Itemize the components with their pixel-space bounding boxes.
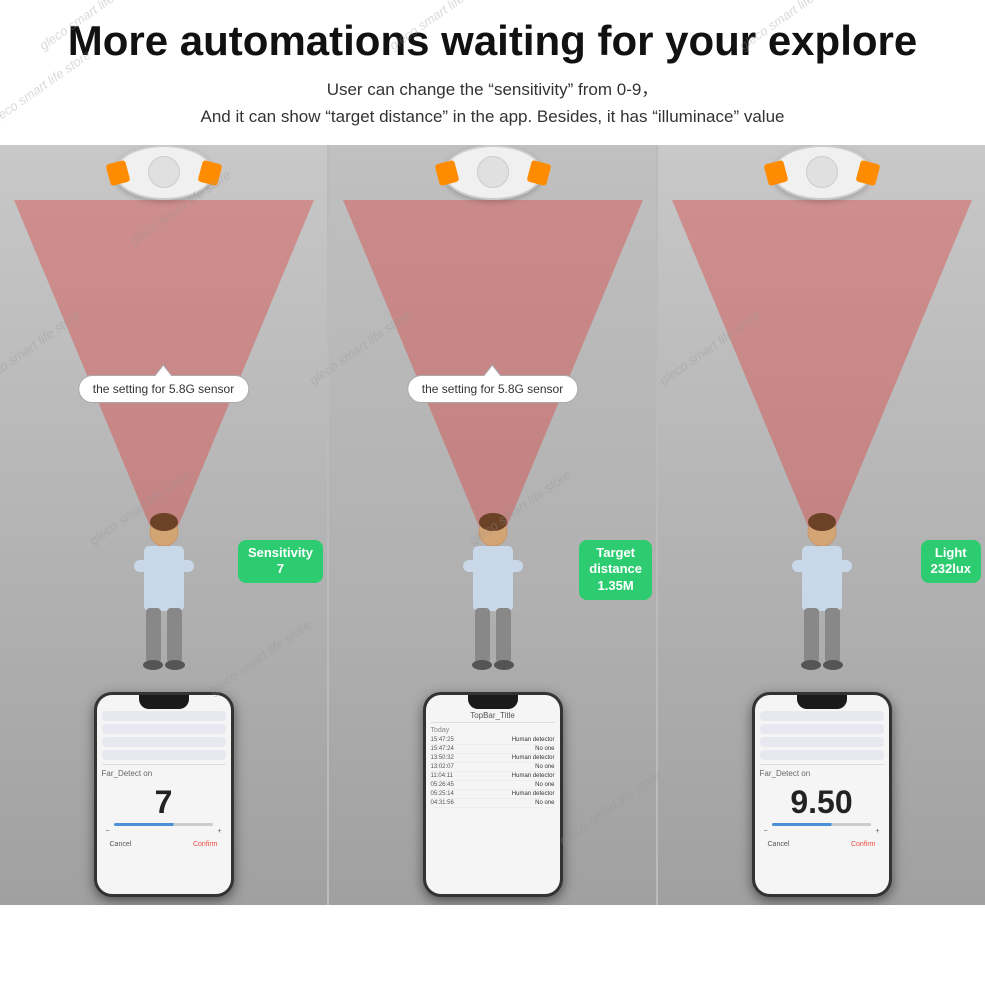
person-3 [787, 510, 857, 695]
screen-row [760, 711, 884, 721]
screen-row [102, 737, 226, 747]
screen-row [760, 737, 884, 747]
speech-bubble-1: the setting for 5.8G sensor [78, 375, 249, 403]
log-row: 05:26:45No one [431, 781, 555, 790]
log-row: 15:47:25Human detector [431, 736, 555, 745]
phone-notch-1 [139, 695, 189, 709]
log-row: 13:50:32Human detector [431, 754, 555, 763]
page-wrapper: gleco smart life store gleco smart life … [0, 0, 985, 985]
subtitle-line2: And it can show “target distance” in the… [201, 107, 785, 126]
panel-log: the setting for 5.8G sensor Target dista… [329, 145, 658, 905]
screen-row [102, 724, 226, 734]
phone-notch-2 [468, 695, 518, 709]
person-1 [129, 510, 199, 695]
beam-3 [672, 200, 972, 560]
speech-bubble-2: the setting for 5.8G sensor [407, 375, 578, 403]
screen-label-1: Far_Detect on [102, 769, 226, 778]
subtitle-line1: User can change the “sensitivity” from 0… [327, 80, 659, 99]
phone-screen-3: Far_Detect on 9.50 −+ Cancel Confirm [755, 695, 889, 894]
screen-today-2: Today [431, 727, 555, 734]
panel-sensitivity: the setting for 5.8G sensor [0, 145, 329, 905]
green-badge-1: Sensitivity 7 [238, 540, 323, 584]
screen-btns-1: Cancel Confirm [102, 837, 226, 850]
cancel-btn-3[interactable]: Cancel [768, 841, 790, 848]
phone-1: Far_Detect on 7 −+ Cancel Confirm [94, 692, 234, 897]
green-badge-2: Target distance 1.35M [579, 540, 652, 601]
confirm-btn-1[interactable]: Confirm [193, 841, 218, 848]
phone-screen-2: TopBar_Title Today 15:47:25Human detecto… [426, 695, 560, 894]
screen-btns-3: Cancel Confirm [760, 837, 884, 850]
green-badge-3: Light 232lux [921, 540, 981, 584]
confirm-btn-3[interactable]: Confirm [851, 841, 876, 848]
cancel-btn-1[interactable]: Cancel [110, 841, 132, 848]
device-1 [114, 145, 214, 200]
screen-big-value-3: 9.50 [760, 784, 884, 821]
log-row: 04:31:56No one [431, 799, 555, 808]
log-row: 11:04:11Human detector [431, 772, 555, 781]
phone-2: TopBar_Title Today 15:47:25Human detecto… [423, 692, 563, 897]
log-row: 05:25:14Human detector [431, 790, 555, 799]
phone-notch-3 [797, 695, 847, 709]
device-3 [772, 145, 872, 200]
log-row: 15:47:24No one [431, 745, 555, 754]
log-row: 13:02:07No one [431, 763, 555, 772]
person-2 [458, 510, 528, 695]
header: More automations waiting for your explor… [0, 0, 985, 139]
screen-row [102, 711, 226, 721]
screen-topbar-2: TopBar_Title [431, 711, 555, 723]
screen-label-3: Far_Detect on [760, 769, 884, 778]
panels-container: the setting for 5.8G sensor [0, 145, 985, 905]
phone-screen-1: Far_Detect on 7 −+ Cancel Confirm [97, 695, 231, 894]
subtitle: User can change the “sensitivity” from 0… [30, 76, 955, 130]
device-2 [443, 145, 543, 200]
panel-illuminance: Light 232lux Far_Detect on 9.50 [658, 145, 985, 905]
main-title: More automations waiting for your explor… [30, 18, 955, 64]
screen-row [760, 750, 884, 760]
screen-big-value-1: 7 [102, 784, 226, 821]
screen-row [760, 724, 884, 734]
phone-3: Far_Detect on 9.50 −+ Cancel Confirm [752, 692, 892, 897]
screen-row [102, 750, 226, 760]
